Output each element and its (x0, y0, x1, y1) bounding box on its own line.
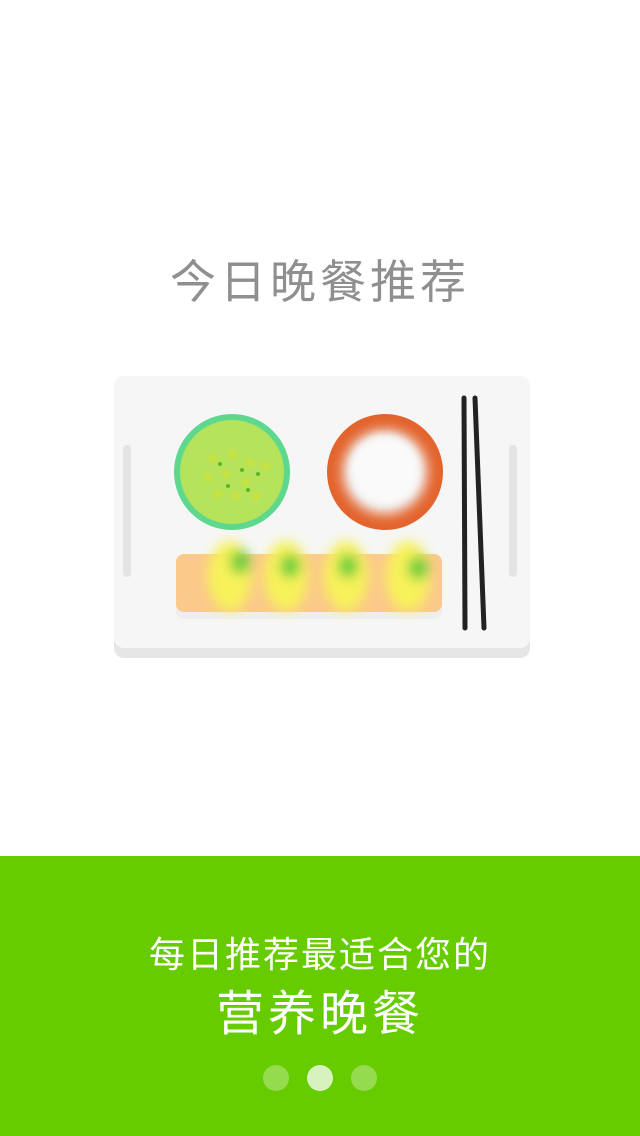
headline-text: 营养晚餐 (215, 986, 424, 1042)
bottom-panel: 每日推荐最适合您的 营养晚餐 (0, 856, 640, 1136)
page-indicator (0, 1065, 640, 1091)
tray-handle-right (509, 445, 517, 577)
tray-handle-left (123, 445, 131, 577)
page-dot-3[interactable] (351, 1065, 377, 1091)
page-dot-1[interactable] (263, 1065, 289, 1091)
rice-bowl (327, 414, 443, 530)
soup-bowl (174, 414, 290, 530)
subtitle-text: 每日推荐最适合您的 (148, 935, 491, 976)
page-dot-2-active[interactable] (307, 1065, 333, 1091)
dinner-tray-illustration (108, 370, 538, 662)
onboarding-screen: 今日晚餐推荐 每日推荐最适合您的 营养晚餐 (0, 0, 640, 1136)
page-title: 今日晚餐推荐 (170, 255, 470, 309)
